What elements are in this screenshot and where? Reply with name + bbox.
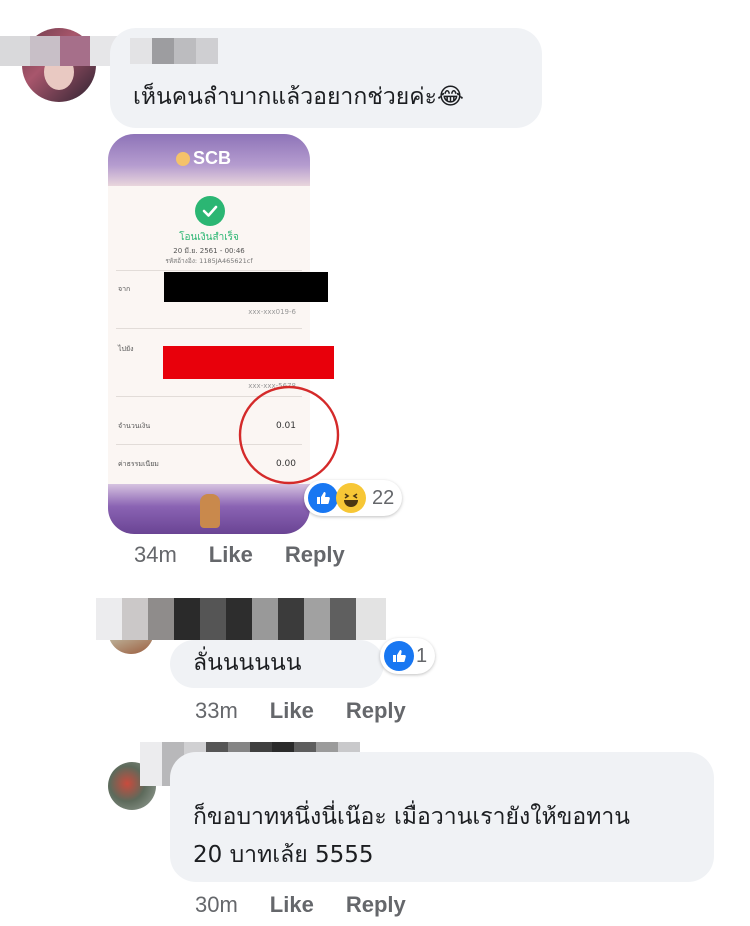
haha-icon xyxy=(336,483,366,513)
reply-button[interactable]: Reply xyxy=(346,892,406,918)
reaction-summary[interactable]: 22 xyxy=(304,480,403,516)
reply-meta: 30m Like Reply xyxy=(195,892,406,918)
reply-text: ลั่นนนนนน xyxy=(193,650,302,676)
redaction-bar-sender xyxy=(164,272,328,302)
receipt-amount-label: จำนวนเงิน xyxy=(118,422,151,430)
replier-name-blurred[interactable] xyxy=(96,598,386,640)
receipt-from-account: xxx-xxx019-6 xyxy=(248,308,296,316)
reply-text-line2: 20 บาทเล้ย 5555 xyxy=(193,842,374,868)
reply-text-line1: ก็ขอบาทหนึ่งนี่เน๊อะ เมื่อวานเรายังให้ขอ… xyxy=(193,804,630,830)
receipt-from-label: จาก xyxy=(118,285,131,293)
like-icon xyxy=(308,483,338,513)
commenter-name-blurred[interactable] xyxy=(0,36,120,66)
success-check-icon xyxy=(195,196,225,226)
receipt-brand: SCB xyxy=(193,148,232,168)
reply-button[interactable]: Reply xyxy=(285,542,345,568)
redaction-bar-recipient xyxy=(163,346,334,379)
comment-text: เห็นคนลำบากแล้วอยากช่วยค่ะ😂 xyxy=(133,84,464,110)
like-icon xyxy=(384,641,414,671)
receipt-fee-label: ค่าธรรมเนียม xyxy=(118,460,159,468)
amount-highlight-circle xyxy=(238,385,340,485)
like-button[interactable]: Like xyxy=(209,542,253,568)
comment-author-name-blurred[interactable] xyxy=(130,38,218,64)
comment-meta: 34m Like Reply xyxy=(134,542,345,568)
receipt-ref: รหัสอ้างอิง: 1185JA465621cf xyxy=(165,257,253,265)
reply-reaction-summary[interactable]: 1 xyxy=(380,638,436,674)
receipt-status: โอนเงินสำเร็จ xyxy=(179,232,239,243)
dog-illustration-icon xyxy=(200,494,220,528)
comment-timestamp[interactable]: 34m xyxy=(134,542,177,568)
like-button[interactable]: Like xyxy=(270,698,314,724)
like-button[interactable]: Like xyxy=(270,892,314,918)
comment-timestamp[interactable]: 30m xyxy=(195,892,238,918)
receipt-to-label: ไปยัง xyxy=(118,345,134,353)
reaction-count: 1 xyxy=(416,644,428,667)
comment-timestamp[interactable]: 33m xyxy=(195,698,238,724)
reply-meta: 33m Like Reply xyxy=(195,698,406,724)
scb-logo-icon xyxy=(176,152,190,166)
reply-button[interactable]: Reply xyxy=(346,698,406,724)
reaction-count: 22 xyxy=(372,486,395,509)
